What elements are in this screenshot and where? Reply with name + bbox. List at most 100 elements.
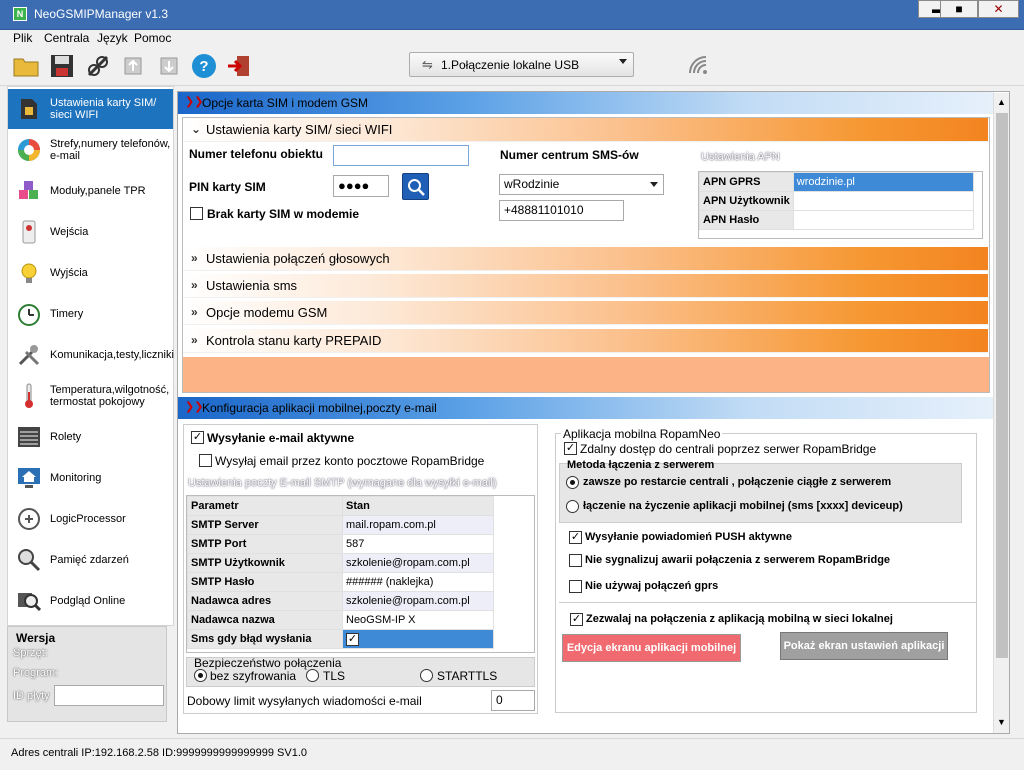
- scroll-down-icon[interactable]: ▼: [997, 717, 1006, 727]
- table-row: Nadawca adres szkolenie@ropam.com.pl: [187, 591, 494, 611]
- sidebar: Ustawienia karty SIM/ sieci WIFI Strefy,…: [7, 86, 174, 626]
- apn-gprs-field[interactable]: wrodzinie.pl: [792, 172, 975, 192]
- open-folder-icon[interactable]: [11, 51, 41, 81]
- operator-select[interactable]: wRodzinie: [499, 174, 664, 195]
- remote-access-checkbox[interactable]: ✓: [564, 442, 577, 455]
- table-row: Nadawca nazwa NeoGSM-IP X: [187, 610, 494, 630]
- table-row: SMTP Użytkownik szkolenie@ropam.com.pl: [187, 553, 494, 573]
- phone-number-input[interactable]: [333, 145, 469, 166]
- connect-link-icon[interactable]: [83, 51, 113, 81]
- starttls-radio[interactable]: [420, 669, 433, 682]
- menu-centrala[interactable]: Centrala: [44, 31, 89, 45]
- sender-address-field[interactable]: szkolenie@ropam.com.pl: [342, 591, 494, 611]
- no-alarm-checkbox[interactable]: [569, 554, 582, 567]
- chevron-down-icon: ⌄: [191, 122, 202, 136]
- apn-password-field[interactable]: [792, 210, 975, 230]
- push-checkbox[interactable]: ✓: [569, 531, 582, 544]
- method-always-radio[interactable]: [566, 476, 579, 489]
- connection-select[interactable]: ⇋ 1.Połączenie lokalne USB: [409, 52, 634, 77]
- table-row: SMTP Port 587: [187, 534, 494, 554]
- apn-grid: APN GPRS wrodzinie.pl APN Użytkownik APN …: [698, 171, 983, 239]
- menu-pomoc[interactable]: Pomoc: [134, 31, 171, 45]
- sidebar-item-inputs[interactable]: Wejścia: [8, 212, 173, 252]
- version-panel: Wersja Sprzęt: Program: ID płyty: [7, 626, 167, 722]
- tls-radio[interactable]: [306, 669, 319, 682]
- sidebar-item-modules[interactable]: Moduły,panele TPR: [8, 171, 173, 211]
- gsm-modem-header[interactable]: » Opcje modemu GSM: [183, 301, 988, 325]
- board-id-field[interactable]: [54, 685, 164, 706]
- chevron-down-icon: [650, 182, 658, 187]
- sms-on-error-checkbox[interactable]: ✓: [346, 632, 359, 646]
- no-gprs-checkbox[interactable]: [569, 580, 582, 593]
- sidebar-item-temperature[interactable]: Temperatura,wilgotność, termostat pokojo…: [8, 376, 173, 416]
- scroll-up-icon[interactable]: ▲: [997, 97, 1006, 107]
- show-app-settings-button[interactable]: Pokaż ekran ustawień aplikacji: [780, 632, 948, 660]
- sms-settings-header[interactable]: » Ustawienia sms: [183, 274, 988, 298]
- email-active-checkbox[interactable]: ✓: [191, 431, 204, 444]
- smtp-port-field[interactable]: 587: [342, 534, 494, 554]
- pin-input[interactable]: ●●●●: [333, 175, 389, 197]
- sender-name-field[interactable]: NeoGSM-IP X: [342, 610, 494, 630]
- search-button[interactable]: [402, 173, 429, 200]
- table-row: APN Użytkownik: [699, 191, 975, 211]
- expand-icon: »: [191, 333, 198, 347]
- mobile-section-header[interactable]: ❯❯ Konfiguracja aplikacji mobilnej,poczt…: [178, 397, 994, 419]
- sidebar-item-timers[interactable]: Timery: [8, 294, 173, 334]
- smtp-server-field[interactable]: mail.ropam.com.pl: [342, 515, 494, 535]
- chevron-down-icon: [619, 59, 627, 64]
- sidebar-item-sim-wifi[interactable]: Ustawienia karty SIM/ sieci WIFI: [8, 89, 173, 129]
- local-network-checkbox[interactable]: ✓: [570, 613, 583, 626]
- collapse-icon: ❯❯: [185, 401, 204, 413]
- exit-icon[interactable]: [224, 51, 254, 81]
- voice-settings-header[interactable]: » Ustawienia połączeń głosowych: [183, 247, 988, 271]
- table-header: Parametr Stan: [187, 496, 494, 516]
- expand-icon: »: [191, 278, 198, 292]
- sms-on-error-cell[interactable]: ✓: [342, 629, 494, 649]
- help-icon[interactable]: ?: [189, 51, 219, 81]
- smtp-grid: Parametr Stan SMTP Server mail.ropam.com.p…: [186, 495, 535, 653]
- smtp-user-field[interactable]: szkolenie@ropam.com.pl: [342, 553, 494, 573]
- window-title: NeoGSMIPManager v1.3: [34, 7, 169, 21]
- close-button[interactable]: ✕: [978, 0, 1019, 18]
- orange-filler: [183, 357, 989, 392]
- collapse-icon: ❯❯: [185, 96, 204, 108]
- sidebar-item-logicprocessor[interactable]: LogicProcessor: [8, 499, 173, 539]
- menu-jezyk[interactable]: Język: [97, 31, 128, 45]
- wifi-signal-icon: [688, 55, 710, 80]
- table-row: Sms gdy błąd wysłania ✓: [187, 629, 494, 649]
- maximize-button[interactable]: ■: [940, 0, 978, 18]
- thermometer-icon: [16, 383, 42, 409]
- daily-limit-input[interactable]: 0: [491, 690, 535, 711]
- sidebar-item-outputs[interactable]: Wyjścia: [8, 253, 173, 293]
- sim-section-header[interactable]: ❯❯ Opcje karta SIM i modem GSM: [178, 92, 994, 114]
- ropambridge-mail-checkbox[interactable]: [199, 454, 212, 467]
- method-group: [559, 463, 962, 523]
- chip-write-icon[interactable]: [118, 51, 148, 81]
- no-sim-checkbox[interactable]: [190, 207, 203, 220]
- sidebar-item-zones[interactable]: Strefy,numery telefonów, e-mail: [8, 130, 173, 170]
- sidebar-item-event-log[interactable]: Pamięć zdarzeń: [8, 540, 173, 580]
- sidebar-item-monitoring[interactable]: Monitoring: [8, 458, 173, 498]
- method-on-demand-radio[interactable]: [566, 500, 579, 513]
- no-encryption-radio[interactable]: [194, 669, 207, 682]
- apn-user-field[interactable]: [792, 191, 975, 211]
- chip-read-icon[interactable]: [154, 51, 184, 81]
- sms-center-input[interactable]: +48881101010: [499, 200, 624, 221]
- sidebar-item-communication[interactable]: Komunikacja,testy,liczniki: [8, 335, 174, 375]
- edit-mobile-screen-button[interactable]: Edycja ekranu aplikacji mobilnej: [562, 634, 741, 662]
- prepaid-header[interactable]: » Kontrola stanu karty PREPAID: [183, 329, 988, 353]
- sidebar-item-online-view[interactable]: Podgląd Online: [8, 581, 173, 621]
- save-icon[interactable]: [47, 51, 77, 81]
- sensor-icon: [16, 219, 42, 245]
- vertical-scrollbar[interactable]: ▲ ▼: [993, 93, 1009, 733]
- menu-plik[interactable]: Plik: [13, 31, 32, 45]
- sidebar-item-blinds[interactable]: Rolety: [8, 417, 173, 457]
- sim-wifi-subheader[interactable]: ⌄ Ustawienia karty SIM/ sieci WIFI: [183, 118, 988, 142]
- table-row: APN GPRS wrodzinie.pl: [699, 172, 975, 192]
- expand-icon: »: [191, 251, 198, 265]
- smtp-password-field[interactable]: ###### (naklejka): [342, 572, 494, 592]
- table-row: SMTP Hasło ###### (naklejka): [187, 572, 494, 592]
- pie-chart-icon: [16, 137, 42, 163]
- scrollbar-thumb[interactable]: [996, 113, 1008, 658]
- clock-icon: [16, 301, 42, 327]
